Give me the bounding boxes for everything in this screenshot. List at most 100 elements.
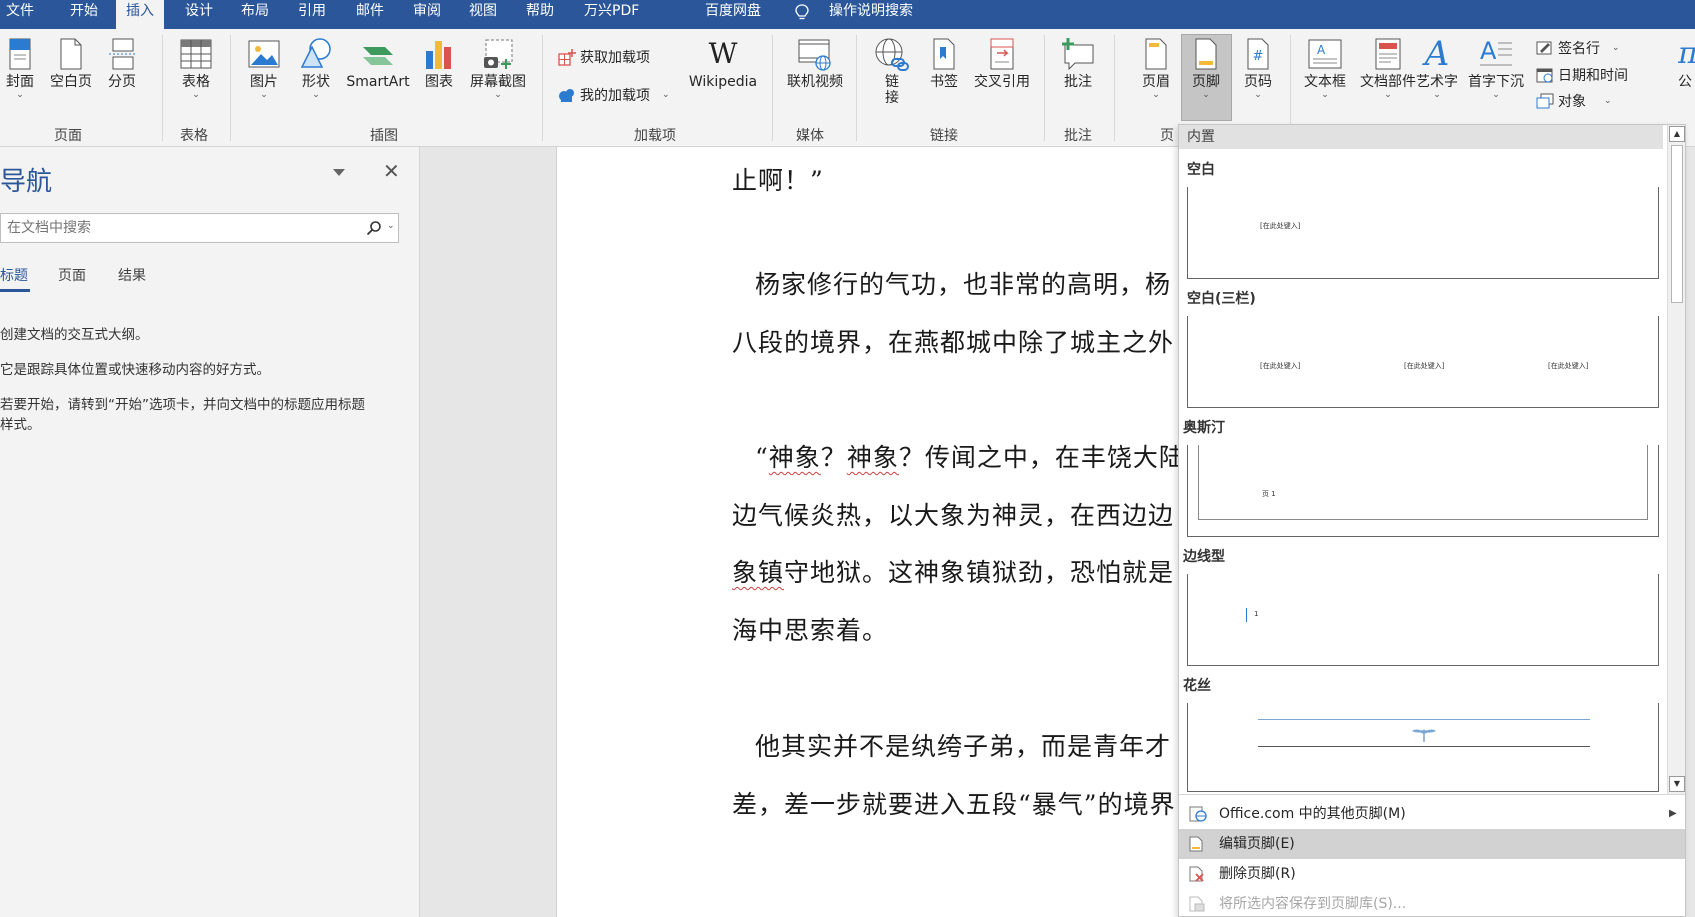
- tab-references[interactable]: 引用: [298, 0, 326, 29]
- shapes-button[interactable]: 形状 ⌄: [296, 37, 336, 100]
- picture-button[interactable]: 图片 ⌄: [244, 37, 284, 100]
- tab-insert[interactable]: 插入: [116, 0, 164, 31]
- active-tab-indicator: [0, 289, 30, 292]
- nav-help-line-3: 若要开始，请转到“开始”选项卡，并向文档中的标题应用标题: [0, 397, 365, 413]
- ribbon-separator: [230, 35, 231, 141]
- scroll-up-icon[interactable]: ▲: [1669, 126, 1685, 142]
- table-button[interactable]: 表格 ⌄: [174, 37, 218, 100]
- picture-icon: [248, 40, 280, 68]
- header-button[interactable]: 页眉 ⌄: [1136, 37, 1176, 100]
- screenshot-button[interactable]: 屏幕截图 ⌄: [464, 37, 532, 100]
- remove-footer-menu-item[interactable]: 删除页脚(R): [1179, 859, 1685, 889]
- drop-cap-button[interactable]: A 首字下沉 ⌄: [1464, 37, 1528, 100]
- cover-page-button[interactable]: 封面 ⌄: [2, 37, 38, 100]
- navigation-pane: 导航 ✕ ⌄ 标题 页面 结果 创建文档的交互式大纲。 它是跟踪具体位置或快速移…: [0, 147, 420, 917]
- tab-baidu-netdisk[interactable]: 百度网盘: [705, 0, 761, 29]
- object-button[interactable]: 对象 ⌄: [1536, 91, 1612, 111]
- footer-option-sideline[interactable]: 1: [1187, 574, 1659, 666]
- tab-wondershare-pdf[interactable]: 万兴PDF: [584, 0, 639, 29]
- edit-footer-icon: [1189, 836, 1203, 852]
- wikipedia-icon: W: [708, 37, 738, 70]
- my-addins-button[interactable]: 我的加载项 ⌄: [558, 85, 670, 105]
- group-label-addins: 加载项: [634, 128, 676, 144]
- wordart-button[interactable]: A 艺术字 ⌄: [1412, 37, 1462, 100]
- tab-review[interactable]: 审阅: [413, 0, 441, 29]
- save-to-footer-gallery-menu-item[interactable]: 将所选内容保存到页脚库(S)...: [1179, 889, 1685, 917]
- signature-icon: [1536, 41, 1552, 55]
- nav-search-input[interactable]: [1, 214, 351, 242]
- chart-button[interactable]: 图表: [421, 37, 457, 90]
- tab-design[interactable]: 设计: [185, 0, 213, 29]
- footer-option-filigree[interactable]: [1187, 703, 1659, 792]
- chevron-down-icon[interactable]: ⌄: [387, 221, 395, 231]
- tab-help[interactable]: 帮助: [526, 0, 554, 29]
- tab-layout[interactable]: 布局: [241, 0, 269, 29]
- scroll-down-icon[interactable]: ▼: [1669, 776, 1685, 792]
- more-footers-menu-item[interactable]: Office.com 中的其他页脚(M) ▶: [1179, 799, 1685, 829]
- lightbulb-icon: [795, 4, 809, 20]
- chevron-down-icon: ⌄: [1202, 90, 1210, 100]
- chevron-down-icon: ⌄: [16, 90, 24, 100]
- gallery-scrollbar[interactable]: ▲ ▼: [1667, 125, 1685, 794]
- svg-text:A: A: [1480, 37, 1497, 65]
- calendar-icon: [1536, 68, 1553, 83]
- tab-view[interactable]: 视图: [469, 0, 497, 29]
- nav-search-box: ⌄: [0, 213, 399, 243]
- link-button[interactable]: 链 接: [872, 37, 912, 106]
- scrollbar-thumb[interactable]: [1671, 145, 1683, 303]
- spelling-error[interactable]: 神象: [847, 443, 899, 472]
- text-box-button[interactable]: A 文本框 ⌄: [1300, 37, 1350, 100]
- get-addins-button[interactable]: 获取加载项: [558, 47, 650, 67]
- nav-tab-pages[interactable]: 页面: [58, 265, 86, 285]
- edit-footer-menu-item[interactable]: 编辑页脚(E): [1179, 829, 1685, 859]
- equation-button-partial[interactable]: π 公: [1678, 37, 1695, 90]
- paragraph-line: 边气候炎热，以大象为神灵，在西边边: [732, 501, 1175, 530]
- nav-tab-results[interactable]: 结果: [118, 265, 146, 285]
- footer-option-blank[interactable]: [在此处键入]: [1187, 187, 1659, 279]
- cover-page-icon: [9, 38, 31, 70]
- paragraph-line: 杨家修行的气功，也非常的高明，杨: [755, 270, 1172, 299]
- chevron-down-icon: ⌄: [312, 90, 320, 100]
- quick-parts-button[interactable]: 文档部件 ⌄: [1356, 37, 1420, 100]
- nav-tab-headings[interactable]: 标题: [0, 265, 28, 285]
- cross-reference-icon: [990, 38, 1014, 70]
- nav-help-line-4: 样式。: [0, 417, 41, 433]
- wikipedia-button[interactable]: W Wikipedia: [682, 37, 764, 90]
- filigree-ornament-icon: [1412, 729, 1436, 742]
- signature-line-button[interactable]: 签名行 ⌄: [1536, 38, 1620, 58]
- date-time-button[interactable]: 日期和时间: [1536, 65, 1628, 85]
- chevron-down-icon: ⌄: [1433, 90, 1441, 100]
- tell-me-search[interactable]: 操作说明搜索: [829, 0, 913, 29]
- footer-button[interactable]: 页脚 ⌄: [1186, 37, 1226, 100]
- nav-title: 导航: [0, 167, 53, 197]
- nav-options-dropdown[interactable]: [333, 169, 345, 176]
- page-break-button[interactable]: 分页: [104, 37, 140, 90]
- chevron-down-icon: ⌄: [1384, 90, 1392, 100]
- spelling-error[interactable]: 象镇: [732, 558, 784, 587]
- tab-file[interactable]: 文件: [6, 0, 34, 29]
- tab-home[interactable]: 开始: [70, 0, 98, 29]
- bookmark-button[interactable]: 书签: [924, 37, 964, 90]
- online-video-button[interactable]: 联机视频: [782, 37, 848, 90]
- ribbon-separator: [162, 35, 163, 141]
- quick-parts-icon: [1375, 38, 1401, 70]
- blank-page-button[interactable]: 空白页: [46, 37, 96, 90]
- ribbon-separator: [772, 35, 773, 141]
- cross-reference-button[interactable]: 交叉引用: [970, 37, 1034, 90]
- tab-mailings[interactable]: 邮件: [356, 0, 384, 29]
- text-box-icon: A: [1308, 39, 1342, 69]
- menu-separator: [1179, 794, 1685, 795]
- page-number-button[interactable]: # 页码 ⌄: [1238, 37, 1278, 100]
- chevron-down-icon: ⌄: [1492, 90, 1500, 100]
- chevron-down-icon: ⌄: [260, 90, 268, 100]
- footer-option-austin[interactable]: 页 1: [1187, 445, 1659, 537]
- paragraph-line: 象镇守地狱。这神象镇狱劲，恐怕就是: [732, 558, 1175, 587]
- search-icon[interactable]: [366, 220, 382, 236]
- new-comment-button[interactable]: 批注: [1058, 37, 1098, 90]
- spelling-error[interactable]: 神象: [769, 443, 821, 472]
- group-label-media: 媒体: [796, 128, 824, 144]
- footer-option-blank-three-columns[interactable]: [在此处键入] [在此处键入] [在此处键入]: [1187, 316, 1659, 408]
- paragraph-line: 止啊！”: [732, 166, 824, 195]
- smartart-button[interactable]: SmartArt: [343, 37, 413, 90]
- close-icon[interactable]: ✕: [383, 159, 400, 183]
